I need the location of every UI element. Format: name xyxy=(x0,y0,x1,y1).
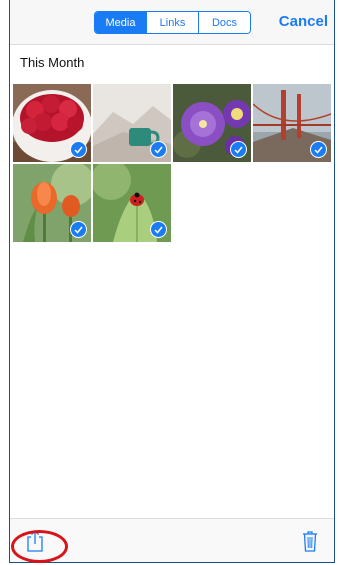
media-thumbnail-purple-flowers[interactable] xyxy=(173,84,251,162)
tab-media[interactable]: Media xyxy=(95,12,146,33)
media-type-segmented-control: Media Links Docs xyxy=(94,11,251,34)
top-navigation-bar: Media Links Docs Cancel xyxy=(10,0,334,44)
trash-icon xyxy=(303,531,317,552)
screen-frame: Media Links Docs Cancel This Month xyxy=(9,0,335,563)
selected-check-icon xyxy=(150,141,167,158)
tab-links[interactable]: Links xyxy=(146,12,198,33)
media-thumbnail-raspberries[interactable] xyxy=(13,84,91,162)
cancel-button[interactable]: Cancel xyxy=(279,13,328,30)
selected-check-icon xyxy=(150,221,167,238)
section-title: This Month xyxy=(20,55,85,70)
delete-button[interactable] xyxy=(298,527,322,555)
annotation-highlight-circle xyxy=(11,530,68,563)
selected-check-icon xyxy=(310,141,327,158)
selected-check-icon xyxy=(70,221,87,238)
media-thumbnail-bridge[interactable] xyxy=(253,84,331,162)
selected-check-icon xyxy=(230,141,247,158)
selected-check-icon xyxy=(70,141,87,158)
media-thumbnail-tulips[interactable] xyxy=(13,164,91,242)
media-thumbnail-coffee-cup[interactable] xyxy=(93,84,171,162)
header-divider xyxy=(10,44,334,45)
media-thumbnail-ladybug[interactable] xyxy=(93,164,171,242)
tab-docs[interactable]: Docs xyxy=(198,12,250,33)
